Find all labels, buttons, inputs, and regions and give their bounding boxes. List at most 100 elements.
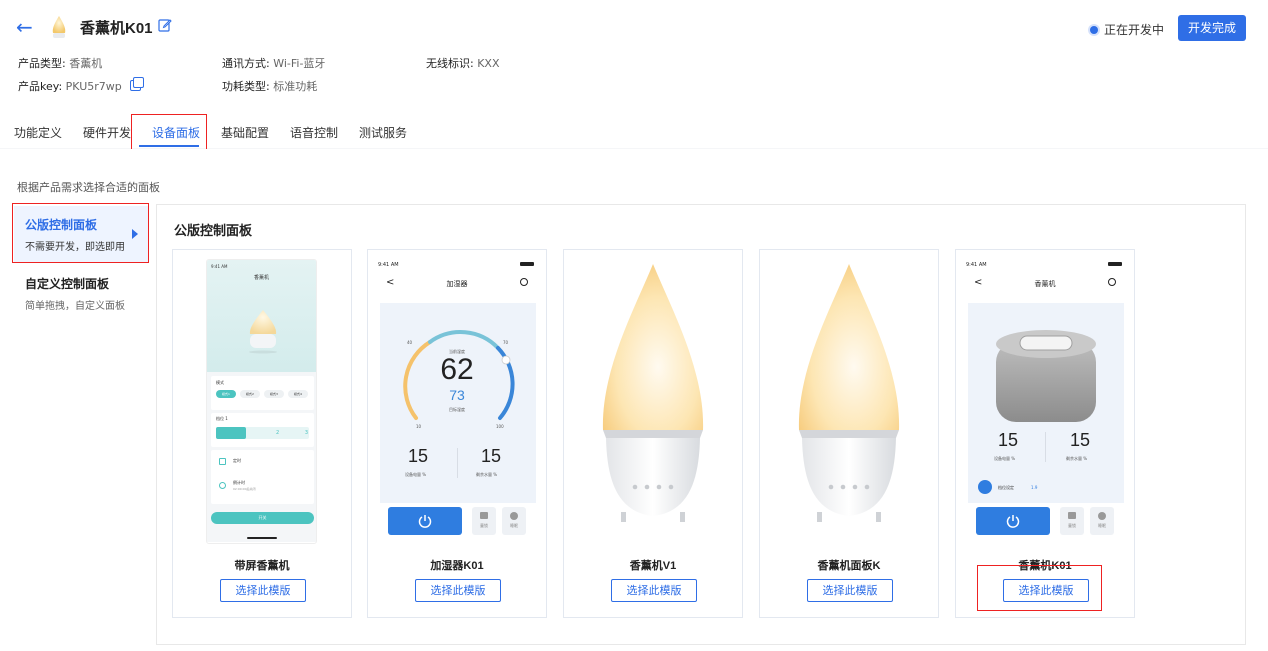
select-template-button[interactable]: 选择此模版 — [807, 579, 893, 602]
mock-title: 香薰机 — [253, 275, 269, 281]
dial-tick: 40 — [407, 340, 413, 345]
mode-chip[interactable]: 模式4 — [288, 390, 308, 398]
meta-product-type: 产品类型: 香薰机 — [18, 57, 103, 70]
mock-settings-icon — [520, 278, 528, 286]
battery-icon — [520, 262, 534, 266]
countdown-label: 倒计时 — [233, 480, 245, 485]
level-slider-fill[interactable] — [216, 427, 246, 439]
highlight-box-tab — [131, 114, 207, 152]
mock-time: 9:41 AM — [966, 262, 987, 268]
mock-settings-icon — [1108, 278, 1116, 286]
mode-chip[interactable]: 模式2 — [240, 390, 260, 398]
template-card: 9:41 AM 香薰机 模式 模式1 模式2 模式3 模式4 档位 1 2 3 … — [172, 249, 352, 618]
finish-development-button[interactable]: 开发完成 — [1178, 15, 1246, 41]
meta-power-type: 功耗类型: 标准功耗 — [222, 80, 318, 93]
mock-lock-button[interactable]: 童锁 — [472, 507, 496, 535]
sidebar-item-custom-panel[interactable]: 自定义控制面板 简单拖拽，自定义面板 — [14, 265, 148, 312]
diffuser-image — [249, 310, 277, 354]
mock-button-label: 睡眠 — [1098, 523, 1106, 528]
mock-stat-label: 剩余水量 % — [476, 472, 498, 477]
diffuser-image — [602, 264, 704, 522]
template-preview-diffuser — [760, 250, 938, 546]
template-name: 香薰机V1 — [629, 560, 677, 572]
moon-icon — [1098, 512, 1106, 520]
mock-power-button[interactable] — [388, 507, 462, 535]
level-tick: 2 — [276, 430, 280, 436]
main-content: 根据产品需求选择合适的面板 公版控制面板 不需要开发，即选即用 自定义控制面板 … — [0, 149, 1268, 651]
mock-stat-value: 15 — [481, 446, 502, 466]
lock-icon — [480, 512, 488, 519]
mock-sleep-button[interactable]: 睡眠 — [1090, 507, 1114, 535]
sidebar-item-title: 自定义控制面板 — [25, 277, 110, 291]
mock-power-button[interactable] — [976, 507, 1050, 535]
mode-chip[interactable]: 模式1 — [216, 390, 236, 398]
tab-basic-config[interactable]: 基础配置 — [221, 124, 269, 141]
product-title: 香薰机K01 — [80, 20, 153, 37]
dial-tick: 10 — [416, 424, 422, 429]
template-card: 9:41 AM < 加湿器 40 70 10 100 当前湿度 62 73 目标… — [367, 249, 547, 618]
template-card: 香薰机面板K 选择此模版 — [759, 249, 939, 618]
select-template-button[interactable]: 选择此模版 — [220, 579, 306, 602]
tab-test-service[interactable]: 测试服务 — [359, 124, 407, 141]
mock-stat-value: 15 — [998, 430, 1019, 450]
mock-stat-value: 15 — [1070, 430, 1091, 450]
select-template-button[interactable]: 选择此模版 — [415, 579, 501, 602]
mock-lock-button[interactable]: 童锁 — [1060, 507, 1084, 535]
mock-button-label: 童锁 — [480, 523, 488, 528]
level-label: 档位 1 — [216, 416, 228, 421]
power-icon — [1006, 515, 1020, 528]
mock-time: 9:41 AM — [378, 262, 399, 268]
template-preview-aroma-k01: 9:41 AM < 香薰机 15 设备电量 % 15 剩余水量 % 档位设定 1… — [956, 250, 1134, 546]
highlight-box-sidebar — [12, 203, 149, 263]
template-preview-screen-aroma: 9:41 AM 香薰机 模式 模式1 模式2 模式3 模式4 档位 1 2 3 … — [173, 250, 351, 546]
select-template-button[interactable]: 选择此模版 — [611, 579, 697, 602]
template-card: 9:41 AM < 香薰机 15 设备电量 % 15 剩余水量 % 档位设定 1… — [955, 249, 1135, 618]
mode-label: 模式 — [216, 380, 224, 385]
mock-button-label: 童锁 — [1068, 523, 1076, 528]
meta-communication: 通讯方式: Wi-Fi-蓝牙 — [222, 57, 326, 70]
mock-stat-label: 设备电量 % — [994, 456, 1016, 461]
mock-power-button[interactable]: 开关 — [211, 512, 314, 524]
template-card: 香薰机V1 选择此模版 — [563, 249, 743, 618]
dial-tick: 70 — [503, 340, 509, 345]
mock-stat-value: 15 — [408, 446, 429, 466]
mock-stat-label: 剩余水量 % — [1066, 456, 1088, 461]
current-humidity-value: 62 — [440, 353, 474, 386]
stone-diffuser-image — [996, 330, 1096, 422]
template-name: 加湿器K01 — [430, 560, 484, 572]
template-name: 带屏香薰机 — [234, 560, 290, 572]
moon-icon — [510, 512, 518, 520]
highlight-box-select-button — [977, 565, 1102, 611]
countdown-sub: 02:00:00后关闭 — [233, 487, 256, 491]
product-icon — [52, 16, 66, 38]
level-tick: 3 — [304, 430, 308, 436]
template-name: 香薰机面板K — [817, 560, 881, 572]
countdown-icon — [219, 482, 226, 489]
gear-level-icon — [978, 480, 992, 494]
lock-icon — [1068, 512, 1076, 519]
back-arrow-icon[interactable]: ← — [16, 16, 38, 38]
panel-title: 公版控制面板 — [174, 223, 253, 238]
dial-tick: 100 — [496, 424, 504, 429]
gear-level-value: 1.9 — [1031, 485, 1038, 490]
edit-icon[interactable] — [158, 18, 172, 32]
hint-text: 根据产品需求选择合适的面板 — [17, 181, 160, 194]
sidebar-item-subtitle: 简单拖拽，自定义面板 — [25, 301, 125, 312]
copy-icon[interactable] — [130, 77, 145, 91]
meta-wireless-id: 无线标识: KXX — [426, 57, 500, 70]
mock-sleep-button[interactable]: 睡眠 — [502, 507, 526, 535]
mock-stat-label: 设备电量 % — [405, 472, 427, 477]
tab-hardware-development[interactable]: 硬件开发 — [83, 124, 131, 141]
target-humidity-value: 73 — [449, 387, 465, 403]
diffuser-image — [798, 264, 900, 522]
power-icon — [418, 515, 432, 528]
mode-chip[interactable]: 模式3 — [264, 390, 284, 398]
template-preview-diffuser — [564, 250, 742, 546]
battery-icon — [1108, 262, 1122, 266]
tab-function-definition[interactable]: 功能定义 — [14, 124, 62, 141]
status-text: 正在开发中 — [1103, 23, 1164, 37]
tab-voice-control[interactable]: 语音控制 — [290, 124, 338, 141]
status-indicator: 正在开发中 — [1089, 21, 1164, 38]
meta-product-key: 产品key: PKU5r7wp — [18, 77, 145, 94]
gear-level-label: 档位设定 — [998, 485, 1014, 490]
